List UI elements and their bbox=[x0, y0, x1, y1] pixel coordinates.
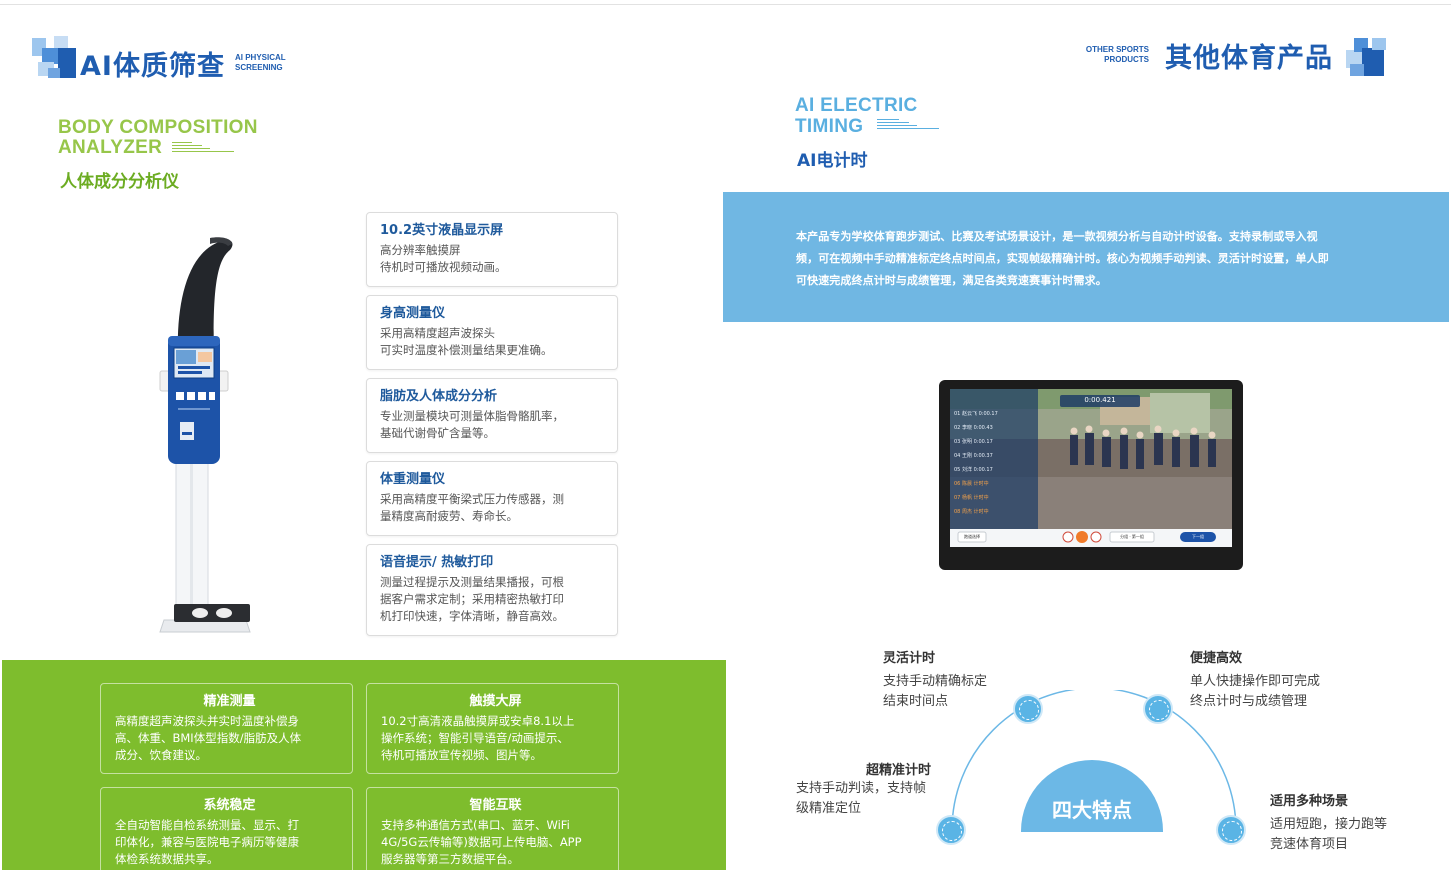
tablet-result-row: 03 张明 0:00.17 bbox=[954, 439, 993, 445]
feature-text: 支持手动精确标定 结束时间点 bbox=[883, 674, 988, 709]
tablet-result-row: 08 周杰 计时中 bbox=[954, 509, 989, 515]
feature-node-icon bbox=[936, 815, 966, 845]
feature-card-title: 脂肪及人体成分分析 bbox=[380, 389, 498, 404]
blue-deco-lines bbox=[877, 119, 939, 131]
tablet-group-button: 分组 · 第一组 bbox=[1120, 534, 1144, 539]
feature-card-text: 高分辨率触摸屏 待机时可播放视频动画。 bbox=[380, 243, 507, 274]
timing-tablet-image: 0:00.421 01 赵云飞 0:00.17 02 李晓 0:00.43 03… bbox=[939, 380, 1243, 570]
page-top-edge bbox=[0, 4, 1451, 5]
advantage-card-text: 支持多种通信方式(串口、蓝牙、WiFi 4G/5G云传输等)数据可上传电脑、AP… bbox=[381, 818, 582, 866]
feature-card-fat: 脂肪及人体成分分析 专业测量模块可测量体脂骨骼肌率， 基础代谢骨矿含量等。 bbox=[366, 378, 618, 453]
feature-card-text: 专业测量模块可测量体脂骨骼肌率， 基础代谢骨矿含量等。 bbox=[380, 409, 564, 440]
left-header-mosaic-icon bbox=[32, 36, 78, 80]
tablet-timer: 0:00.421 bbox=[1084, 396, 1116, 404]
feature-flexible-timing: 灵活计时 支持手动精确标定 结束时间点 bbox=[883, 647, 987, 712]
advantage-card-stable: 系统稳定 全自动智能自检系统测量、显示、打 印体化，兼容与医院电子病历等健康 体… bbox=[100, 787, 353, 870]
advantage-card-precise: 精准测量 高精度超声波探头并实时温度补偿身 高、体重、BMI体型指数/脂肪及人体… bbox=[100, 683, 353, 774]
right-header-subtitle: OTHER SPORTS PRODUCTS bbox=[1085, 45, 1149, 64]
feature-node-icon bbox=[1143, 694, 1173, 724]
timing-description-band: 本产品专为学校体育跑步测试、比赛及考试场景设计，是一款视频分析与自动计时设备。支… bbox=[723, 192, 1449, 322]
tablet-result-row: 07 杨帆 计时中 bbox=[954, 495, 989, 501]
feature-multi-scene: 适用多种场景 适用短跑，接力跑等 竞速体育项目 bbox=[1270, 790, 1387, 855]
feature-efficient: 便捷高效 单人快捷操作即可完成 终点计时与成绩管理 bbox=[1190, 647, 1320, 712]
feature-card-voice: 语音提示/ 热敏打印 测量过程提示及测量结果播报，可根 据客户需求定制；采用精密… bbox=[366, 544, 618, 636]
feature-card-title: 体重测量仪 bbox=[380, 472, 446, 487]
feature-title: 灵活计时 bbox=[883, 651, 936, 666]
advantage-card-title: 精准测量 bbox=[203, 694, 256, 709]
feature-card-title: 10.2英寸液晶显示屏 bbox=[380, 223, 504, 238]
advantage-card-text: 10.2寸高清液晶触摸屏或安卓8.1以上 操作系统；智能引导语音/动画提示、 待… bbox=[381, 714, 575, 762]
tablet-result-row: 06 陈晨 计时中 bbox=[954, 481, 989, 487]
feature-text: 单人快捷操作即可完成 终点计时与成绩管理 bbox=[1190, 674, 1321, 709]
left-header-subtitle: AI PHYSICAL SCREENING bbox=[235, 53, 286, 72]
advantage-card-touchscreen: 触摸大屏 10.2寸高清液晶触摸屏或安卓8.1以上 操作系统；智能引导语音/动画… bbox=[366, 683, 619, 774]
advantage-card-connect: 智能互联 支持多种通信方式(串口、蓝牙、WiFi 4G/5G云传输等)数据可上传… bbox=[366, 787, 619, 870]
feature-card-height: 身高测量仪 采用高精度超声波探头 可实时温度补偿测量结果更准确。 bbox=[366, 295, 618, 370]
timing-description-line: 频，可在视频中手动精准标定终点时间点，实现帧级精确计时。核心为视频手动判读、灵活… bbox=[796, 252, 1329, 265]
tablet-result-row: 04 王刚 0:00.37 bbox=[954, 453, 993, 459]
timing-description-line: 本产品专为学校体育跑步测试、比赛及考试场景设计，是一款视频分析与自动计时设备。支… bbox=[796, 230, 1318, 243]
feature-card-text: 采用高精度超声波探头 可实时温度补偿测量结果更准确。 bbox=[380, 326, 553, 357]
tablet-result-row: 05 刘洋 0:00.17 bbox=[954, 467, 993, 473]
tablet-results-list: 01 赵云飞 0:00.17 02 李晓 0:00.43 03 张明 0:00.… bbox=[954, 407, 1036, 519]
tablet-next-button: 下一组 bbox=[1192, 534, 1204, 539]
advantage-card-title: 触摸大屏 bbox=[469, 694, 522, 709]
feature-card-text: 测量过程提示及测量结果播报，可根 据客户需求定制；采用精密热敏打印 机打印快速，… bbox=[380, 575, 564, 623]
feature-node-icon bbox=[1013, 694, 1043, 724]
advantages-panel: 精准测量 高精度超声波探头并实时温度补偿身 高、体重、BMI体型指数/脂肪及人体… bbox=[2, 660, 726, 870]
right-header-title: 其他体育产品 bbox=[1165, 43, 1333, 74]
feature-card-title: 身高测量仪 bbox=[380, 306, 446, 321]
left-header-title: AI体质筛查 bbox=[80, 51, 225, 82]
body-analyzer-cn-title: 人体成分分析仪 bbox=[60, 172, 179, 192]
feature-text: 适用短跑，接力跑等 竞速体育项目 bbox=[1270, 817, 1388, 852]
feature-text: 支持手动判读，支持帧 级精准定位 bbox=[796, 781, 927, 816]
tablet-screen: 0:00.421 01 赵云飞 0:00.17 02 李晓 0:00.43 03… bbox=[950, 389, 1232, 547]
advantage-card-text: 高精度超声波探头并实时温度补偿身 高、体重、BMI体型指数/脂肪及人体 成分、饮… bbox=[115, 714, 302, 762]
feature-node-icon bbox=[1216, 815, 1246, 845]
timing-description-line: 可快速完成终点计时与成绩管理，满足各类竞速赛事计时需求。 bbox=[796, 274, 1107, 287]
advantage-card-text: 全自动智能自检系统测量、显示、打 印体化，兼容与医院电子病历等健康 体检系统数据… bbox=[115, 818, 299, 866]
features-center-label: 四大特点 bbox=[1052, 798, 1132, 822]
advantage-card-title: 智能互联 bbox=[469, 798, 522, 813]
feature-card-text: 采用高精度平衡梁式压力传感器，测 量精度高耐疲劳、寿命长。 bbox=[380, 492, 564, 523]
advantage-card-title: 系统稳定 bbox=[203, 798, 256, 813]
feature-card-weight: 体重测量仪 采用高精度平衡梁式压力传感器，测 量精度高耐疲劳、寿命长。 bbox=[366, 461, 618, 536]
right-header-mosaic-icon bbox=[1346, 38, 1388, 78]
feature-precise-timing: 超精准计时 支持手动判读，支持帧 级精准定位 bbox=[796, 759, 931, 819]
feature-card-display: 10.2英寸液晶显示屏 高分辨率触摸屏 待机时可播放视频动画。 bbox=[366, 212, 618, 287]
green-deco-lines bbox=[172, 142, 234, 154]
body-analyzer-device-image bbox=[150, 236, 260, 640]
tablet-result-row: 01 赵云飞 0:00.17 bbox=[954, 411, 998, 417]
feature-title: 适用多种场景 bbox=[1270, 794, 1349, 809]
tablet-result-row: 02 李晓 0:00.43 bbox=[954, 425, 993, 431]
feature-card-title: 语音提示/ 热敏打印 bbox=[380, 555, 494, 570]
tablet-lane-button: 跑道选择 bbox=[964, 534, 980, 539]
timing-cn-title: AI电计时 bbox=[797, 151, 868, 171]
feature-title: 便捷高效 bbox=[1190, 651, 1243, 666]
feature-title: 超精准计时 bbox=[866, 763, 932, 778]
